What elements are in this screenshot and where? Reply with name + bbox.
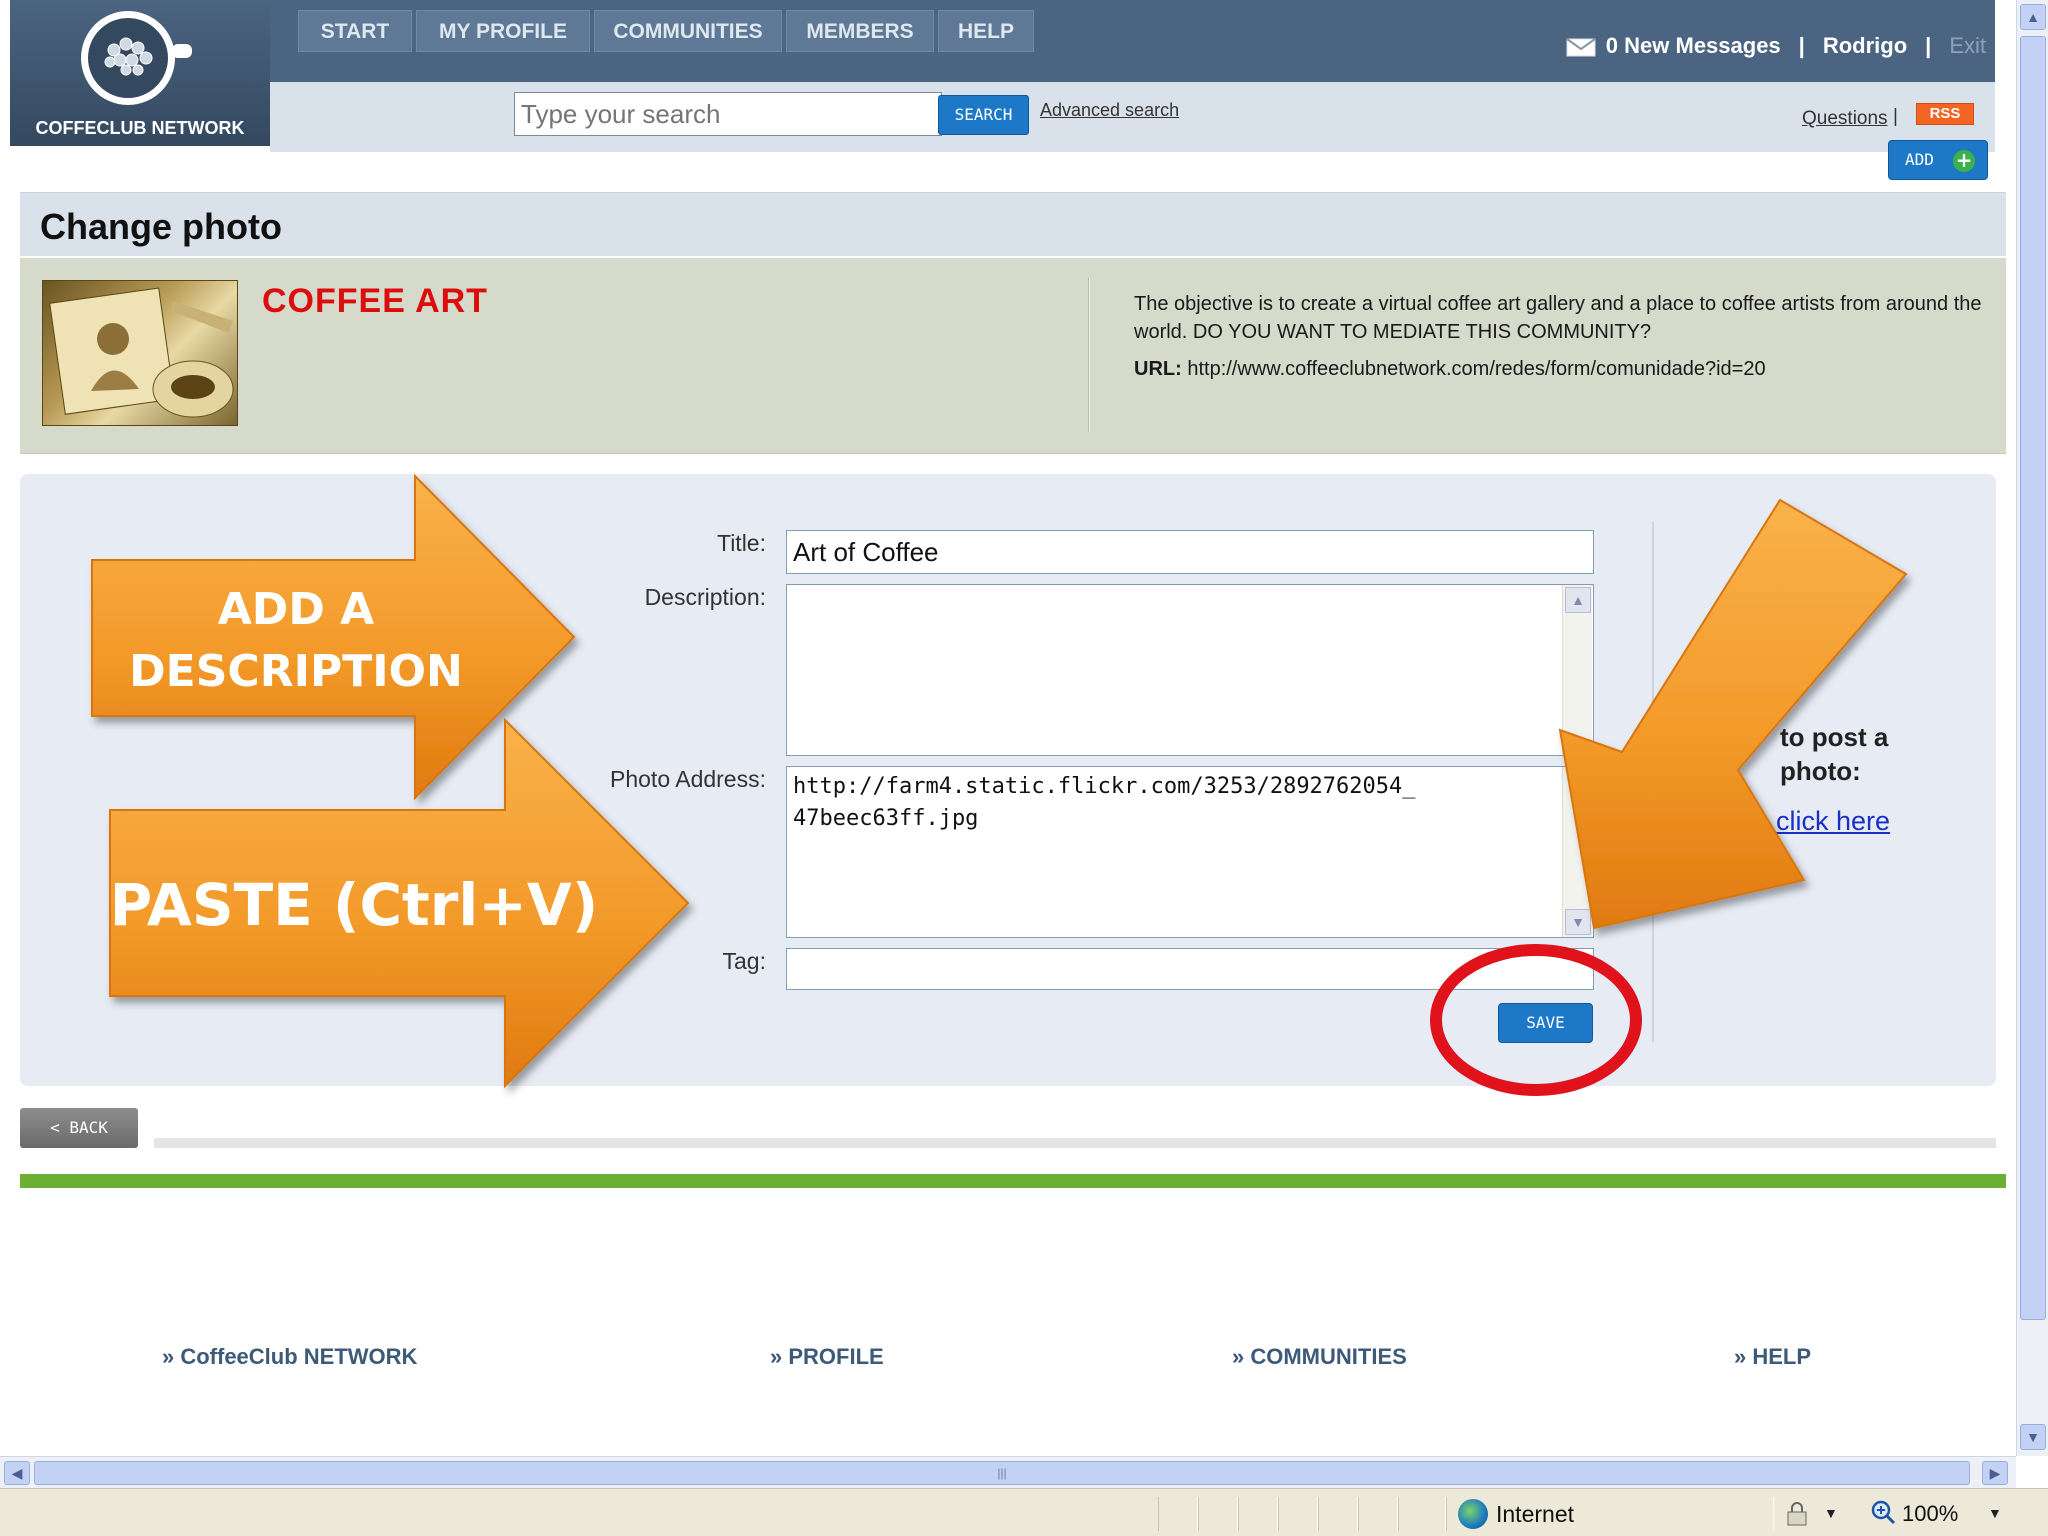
- zoom-icon[interactable]: [1870, 1499, 1896, 1525]
- nav-tab-start[interactable]: START: [298, 10, 412, 52]
- scrollbar-thumb[interactable]: [2020, 36, 2046, 1320]
- add-button-label: ADD: [1905, 150, 1934, 169]
- security-zone: Internet: [1496, 1501, 1574, 1527]
- back-button[interactable]: < BACK: [20, 1108, 138, 1148]
- community-image[interactable]: [42, 280, 238, 426]
- community-url: URL: http://www.coffeeclubnetwork.com/re…: [1134, 358, 1766, 381]
- scroll-down-icon[interactable]: ▼: [1565, 909, 1591, 935]
- description-scrollbar[interactable]: ▲: [1562, 585, 1592, 755]
- nav-tab-communities[interactable]: COMMUNITIES: [594, 10, 782, 52]
- zoom-level[interactable]: 100%: [1902, 1501, 1958, 1527]
- scroll-right-icon[interactable]: ▶: [1982, 1461, 2008, 1485]
- divider: [154, 1138, 1996, 1148]
- description-textarea[interactable]: [786, 584, 1594, 756]
- title-label: Title:: [717, 530, 766, 556]
- footer-link-network[interactable]: » CoffeeClub NETWORK: [162, 1344, 417, 1370]
- chevron-down-icon[interactable]: ▼: [1824, 1505, 1838, 1521]
- page-title-bar: Change photo: [20, 192, 2006, 256]
- footer-rule: [20, 1174, 2006, 1188]
- nav-tab-my-profile[interactable]: MY PROFILE: [416, 10, 590, 52]
- status-cell: [1238, 1497, 1278, 1531]
- coffee-art-picture: [49, 287, 234, 418]
- nav-tab-help[interactable]: HELP: [938, 10, 1034, 52]
- status-cell: [1358, 1497, 1398, 1531]
- scroll-down-icon[interactable]: ▼: [2020, 1424, 2046, 1450]
- coffee-cup-logo-icon: [81, 11, 192, 105]
- url-label: URL:: [1134, 358, 1182, 380]
- scroll-left-icon[interactable]: ◀: [4, 1461, 30, 1485]
- scroll-up-icon[interactable]: ▲: [2020, 4, 2046, 30]
- status-cell: [1398, 1497, 1446, 1531]
- tag-input[interactable]: [786, 948, 1594, 990]
- plus-icon: +: [1953, 150, 1975, 172]
- globe-icon: [1458, 1499, 1488, 1529]
- status-cell: [1198, 1497, 1238, 1531]
- photo-address-label: Photo Address:: [610, 766, 766, 792]
- community-description: The objective is to create a virtual cof…: [1134, 293, 1982, 343]
- footer-link-help[interactable]: » HELP: [1734, 1344, 1811, 1370]
- photo-address-scrollbar[interactable]: ▼: [1562, 767, 1592, 937]
- new-messages-link[interactable]: 0 New Messages: [1606, 33, 1781, 59]
- separator: |: [1798, 33, 1805, 58]
- footer-link-communities[interactable]: » COMMUNITIES: [1232, 1344, 1407, 1370]
- scroll-up-icon[interactable]: ▲: [1565, 587, 1591, 613]
- tag-label: Tag:: [722, 948, 766, 974]
- status-cell: [1318, 1497, 1358, 1531]
- search-button[interactable]: SEARCH: [938, 95, 1029, 135]
- divider: [1652, 522, 1654, 1042]
- brand-name: COFFECLUB NETWORK: [35, 118, 245, 138]
- footer-link-profile[interactable]: » PROFILE: [770, 1344, 884, 1370]
- horizontal-scrollbar[interactable]: ◀ ||| ▶: [0, 1456, 2016, 1488]
- rss-button[interactable]: RSS: [1916, 103, 1974, 125]
- url-value: http://www.coffeeclubnetwork.com/redes/f…: [1187, 358, 1766, 380]
- community-header: COFFEE ART The objective is to create a …: [20, 258, 2006, 454]
- status-cell: [1158, 1497, 1198, 1531]
- exit-link[interactable]: Exit: [1949, 33, 1986, 59]
- add-button[interactable]: ADD +: [1888, 140, 1988, 180]
- scrollbar-thumb[interactable]: |||: [34, 1461, 1970, 1485]
- click-here-link[interactable]: click here: [1776, 806, 1890, 837]
- site-logo[interactable]: COFFECLUB NETWORK: [10, 0, 270, 146]
- photo-address-textarea[interactable]: http://farm4.static.flickr.com/3253/2892…: [786, 766, 1594, 938]
- user-bar: 0 New Messages | Rodrigo | Exit: [1566, 26, 1986, 66]
- envelope-icon[interactable]: [1566, 35, 1596, 57]
- community-name[interactable]: COFFEE ART: [262, 282, 488, 321]
- advanced-search-link[interactable]: Advanced search: [1040, 100, 1179, 121]
- separator: |: [1893, 106, 1898, 127]
- title-input[interactable]: [786, 530, 1594, 574]
- save-button[interactable]: SAVE: [1498, 1003, 1593, 1043]
- description-label: Description:: [644, 584, 766, 610]
- questions-link[interactable]: Questions: [1802, 108, 1888, 130]
- search-input[interactable]: [514, 92, 942, 136]
- page-title: Change photo: [40, 206, 282, 247]
- post-photo-hint: to post a photo:: [1780, 720, 1888, 788]
- browser-status-bar: Internet ▼ 100% ▼: [0, 1488, 2048, 1536]
- chevron-down-icon[interactable]: ▼: [1988, 1505, 2002, 1521]
- vertical-scrollbar[interactable]: ▲ ▼: [2016, 0, 2048, 1456]
- username-link[interactable]: Rodrigo: [1823, 33, 1907, 59]
- divider: [1088, 278, 1090, 432]
- nav-tab-members[interactable]: MEMBERS: [786, 10, 934, 52]
- protected-mode-icon[interactable]: [1784, 1501, 1810, 1527]
- post-photo-hint-line1: to post a: [1780, 722, 1889, 752]
- separator: |: [1925, 33, 1932, 58]
- status-cell: [1278, 1497, 1318, 1531]
- post-photo-hint-line2: photo:: [1780, 756, 1861, 786]
